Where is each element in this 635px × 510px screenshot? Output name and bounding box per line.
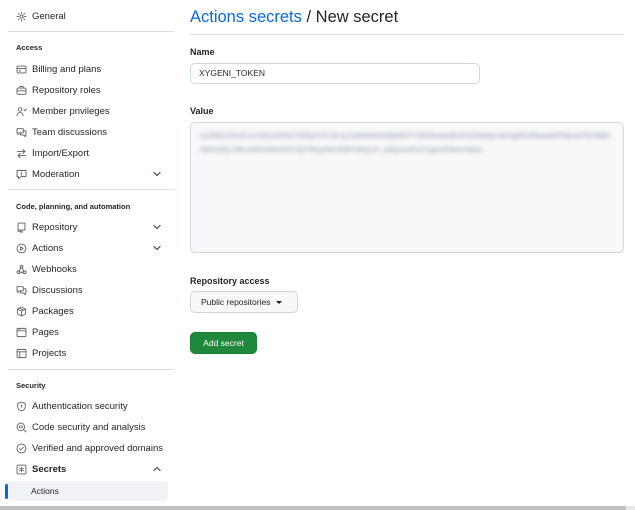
briefcase-icon (16, 85, 27, 96)
sidebar-item-label: Discussions (32, 284, 83, 296)
settings-sidebar: General Access Billing and plans Reposit… (0, 0, 176, 510)
sidebar-item-label: General (32, 10, 66, 22)
sidebar-divider (8, 369, 174, 370)
dropdown-selected-value: Public repositories (201, 297, 271, 307)
sidebar-item-secrets[interactable]: Secrets (8, 459, 174, 479)
page-title: Actions secrets / New secret (190, 8, 398, 27)
section-heading-access: Access (16, 43, 43, 52)
arrow-switch-icon (16, 148, 27, 159)
caret-down-icon (276, 300, 283, 304)
sidebar-item-import-export[interactable]: Import/Export (8, 143, 174, 163)
value-textarea[interactable]: eyJhbGciOiJIUzI1NiIsInR5cCI6IkpXVCJ9.eyJ… (190, 122, 624, 253)
play-icon (16, 243, 27, 254)
sidebar-item-label: Projects (32, 347, 67, 359)
sidebar-item-label: Repository roles (32, 84, 101, 96)
sidebar-item-label: Webhooks (32, 263, 77, 275)
sidebar-divider (8, 31, 174, 32)
horizontal-scrollbar[interactable] (0, 506, 635, 510)
resize-grip-icon[interactable] (615, 244, 621, 252)
browser-icon (16, 327, 27, 338)
person-icon (16, 106, 27, 117)
page-title-text: New secret (315, 8, 399, 26)
report-icon (16, 169, 27, 180)
chevron-up-icon[interactable] (152, 464, 162, 474)
section-heading-code: Code, planning, and automation (16, 202, 131, 211)
sidebar-item-code-security[interactable]: Code security and analysis (8, 417, 174, 437)
sidebar-item-label: Member privileges (32, 105, 110, 117)
sidebar-item-pages[interactable]: Pages (8, 322, 174, 342)
sidebar-item-general[interactable]: General (8, 6, 174, 26)
sidebar-item-label: Team discussions (32, 126, 107, 138)
comment-discussion-icon (16, 285, 27, 296)
sidebar-divider (8, 189, 174, 190)
sidebar-item-label: Import/Export (32, 147, 90, 159)
webhook-icon (16, 264, 27, 275)
sidebar-item-billing[interactable]: Billing and plans (8, 59, 174, 79)
shield-lock-icon (16, 401, 27, 412)
sidebar-item-label: Authentication security (32, 400, 128, 412)
sidebar-item-verified-domains[interactable]: Verified and approved domains (8, 438, 174, 458)
sidebar-subitem-actions[interactable]: Actions (8, 481, 168, 501)
sidebar-item-label: Code security and analysis (32, 421, 146, 433)
sidebar-item-label: Secrets (32, 463, 67, 475)
chevron-down-icon[interactable] (152, 243, 162, 253)
chevron-down-icon[interactable] (152, 222, 162, 232)
sidebar-item-label: Billing and plans (32, 63, 102, 75)
sidebar-item-label: Repository (32, 221, 78, 233)
sidebar-item-label: Verified and approved domains (32, 442, 163, 454)
table-icon (16, 348, 27, 359)
sidebar-item-label: Actions (32, 242, 64, 254)
sidebar-item-repository[interactable]: Repository (8, 217, 174, 237)
sidebar-item-discussions[interactable]: Discussions (8, 280, 174, 300)
sidebar-item-packages[interactable]: Packages (8, 301, 174, 321)
scrollbar-track (626, 506, 635, 510)
gear-icon (16, 11, 27, 22)
name-field[interactable]: XYGENI_TOKEN (190, 63, 480, 84)
add-secret-button[interactable]: Add secret (190, 332, 257, 354)
chevron-down-icon[interactable] (152, 169, 162, 179)
codescan-icon (16, 422, 27, 433)
credit-card-icon (16, 64, 27, 75)
title-divider (190, 34, 624, 35)
comment-discussion-icon (16, 127, 27, 138)
sidebar-subitem-label: Actions (31, 486, 59, 496)
repository-access-label: Repository access (190, 276, 270, 286)
breadcrumb-link[interactable]: Actions secrets (190, 8, 302, 26)
repo-icon (16, 222, 27, 233)
sidebar-item-label: Pages (32, 326, 59, 338)
sidebar-item-moderation[interactable]: Moderation (8, 164, 174, 184)
sidebar-item-label: Moderation (32, 168, 80, 180)
sidebar-item-actions[interactable]: Actions (8, 238, 174, 258)
value-label: Value (190, 106, 214, 116)
name-label: Name (190, 47, 215, 57)
value-text: eyJhbGciOiJIUzI1NiIsInR5cCI6IkpXVCJ9.eyJ… (200, 131, 611, 154)
sidebar-item-member-privileges[interactable]: Member privileges (8, 101, 174, 121)
sidebar-item-authentication-security[interactable]: Authentication security (8, 396, 174, 416)
sidebar-item-label: Packages (32, 305, 74, 317)
key-asterisk-icon (16, 464, 27, 475)
sidebar-item-repository-roles[interactable]: Repository roles (8, 80, 174, 100)
breadcrumb-separator: / (306, 8, 312, 26)
verified-icon (16, 443, 27, 454)
sidebar-item-webhooks[interactable]: Webhooks (8, 259, 174, 279)
section-heading-security: Security (16, 381, 46, 390)
package-icon (16, 306, 27, 317)
sidebar-item-team-discussions[interactable]: Team discussions (8, 122, 174, 142)
repository-access-dropdown[interactable]: Public repositories (190, 291, 298, 313)
sidebar-item-projects[interactable]: Projects (8, 343, 174, 363)
